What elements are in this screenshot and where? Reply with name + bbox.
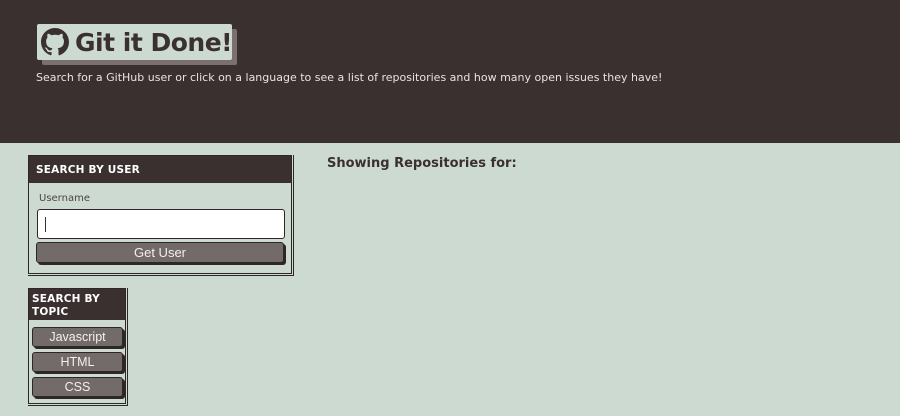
topic-button-css[interactable]: CSS: [32, 377, 123, 397]
search-by-topic-heading: SEARCH BY TOPIC: [29, 289, 125, 320]
username-label: Username: [39, 193, 90, 204]
page-tagline: Search for a GitHub user or click on a l…: [36, 71, 663, 84]
topic-button-javascript[interactable]: Javascript: [32, 327, 123, 347]
page-header: Git it Done! Search for a GitHub user or…: [0, 0, 900, 143]
username-input[interactable]: [37, 209, 285, 239]
topic-button-html[interactable]: HTML: [32, 352, 123, 372]
app-title: Git it Done!: [75, 27, 233, 57]
search-by-user-card: SEARCH BY USER Username Get User: [28, 155, 292, 274]
get-user-button[interactable]: Get User: [36, 242, 284, 263]
app-logo: Git it Done!: [37, 24, 233, 60]
repos-heading: Showing Repositories for:: [327, 156, 517, 171]
search-by-user-heading: SEARCH BY USER: [29, 156, 291, 183]
search-by-topic-card: SEARCH BY TOPIC Javascript HTML CSS: [28, 288, 126, 404]
text-cursor: [45, 217, 46, 232]
github-icon: [41, 27, 69, 57]
